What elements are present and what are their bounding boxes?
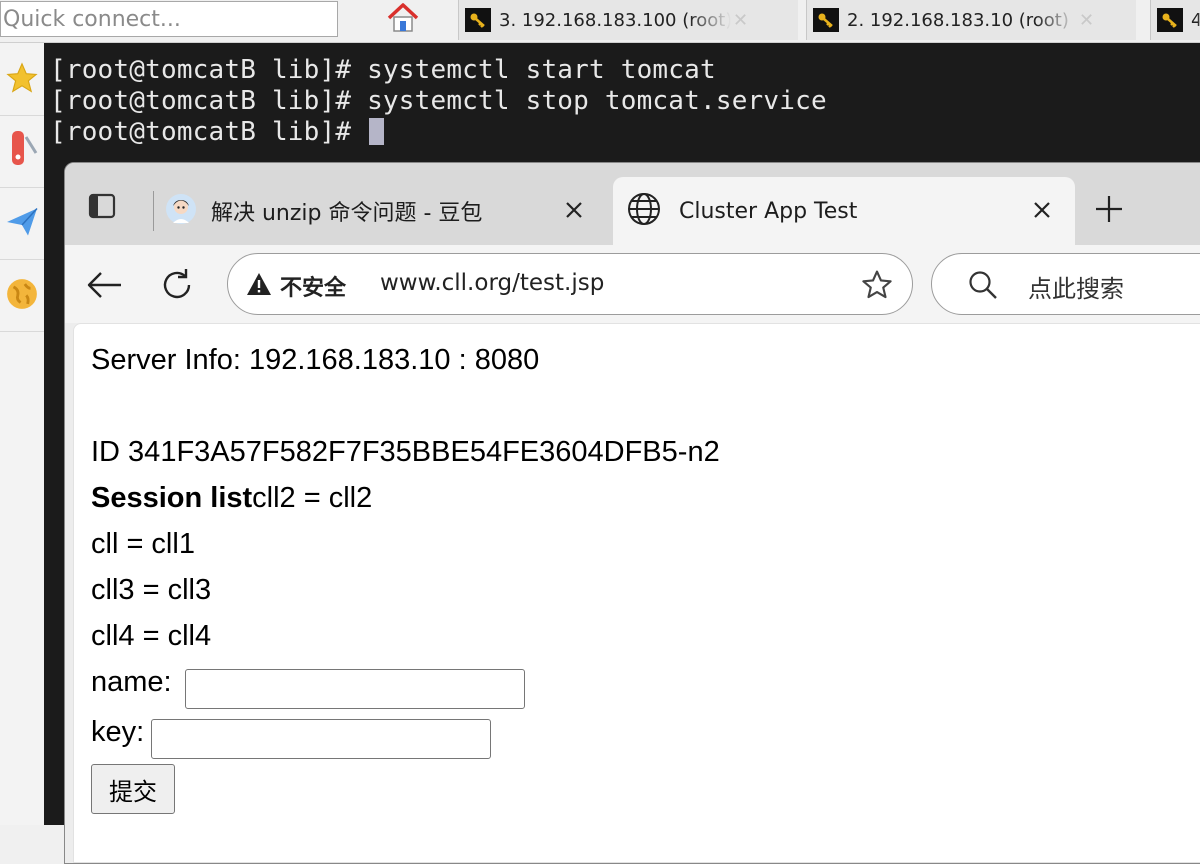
tab-title: Cluster App Test [679, 198, 858, 224]
plus-icon [1096, 196, 1122, 222]
tab-cluster-app-test[interactable]: Cluster App Test [613, 177, 1075, 245]
paper-plane-icon [4, 204, 40, 244]
search-label: 点此搜索 [1028, 275, 1124, 303]
terminal-line: [root@tomcatB lib]# systemctl stop tomca… [50, 86, 827, 116]
tab-title: 解决 unzip 命令问题 - 豆包 [211, 201, 483, 226]
ssh-tab-4[interactable]: 4 [1150, 0, 1200, 40]
tab-actions-icon [88, 192, 116, 224]
favorites-button[interactable] [0, 45, 44, 116]
terminal-cursor [369, 118, 385, 145]
tab-actions-button[interactable] [87, 193, 117, 223]
browser-toolbar: 不安全 www.cll.org/test.jsp 点此搜索 [65, 245, 1200, 323]
close-icon [566, 202, 582, 218]
session-item: cll = cll1 [91, 528, 195, 560]
send-button[interactable] [0, 189, 44, 260]
doubao-avatar-icon [165, 193, 197, 229]
ssh-tab-192-168-183-10[interactable]: 2. 192.168.183.10 (root) ✕ [806, 0, 1136, 40]
close-tab-icon[interactable]: ✕ [1079, 10, 1094, 31]
name-input[interactable] [185, 669, 525, 709]
address-bar[interactable]: 不安全 www.cll.org/test.jsp [227, 253, 913, 315]
back-button[interactable] [85, 265, 125, 305]
key-icon [813, 8, 839, 32]
reload-button[interactable] [157, 265, 197, 305]
terminal-prompt-line: [root@tomcatB lib]# [50, 117, 385, 147]
ssh-tab-label: 2. 192.168.183.10 (root) [847, 9, 1069, 31]
terminal-prompt: [root@tomcatB lib]# [50, 117, 368, 147]
quick-connect-input[interactable] [0, 1, 338, 37]
key-icon [1157, 8, 1183, 32]
close-tab-button[interactable] [1027, 195, 1057, 225]
submit-button[interactable]: 提交 [91, 764, 175, 814]
ssh-tab-label: 3. 192.168.183.100 (root) [499, 9, 731, 31]
new-tab-button[interactable] [1091, 191, 1127, 227]
key-label: key: [91, 716, 145, 748]
session-item: cll4 = cll4 [91, 620, 212, 652]
search-icon [968, 270, 998, 304]
browser-window: 解决 unzip 命令问题 - 豆包 Cluster App Test 不安全 … [64, 162, 1200, 864]
earth-icon [5, 277, 39, 315]
session-id: ID 341F3A57F582F7F35BBE54FE3604DFB5-n2 [91, 436, 720, 468]
close-tab-button[interactable] [559, 195, 589, 225]
close-icon [1034, 202, 1050, 218]
browser-tab-strip: 解决 unzip 命令问题 - 豆包 Cluster App Test [65, 163, 1200, 245]
terminal-line: [root@tomcatB lib]# systemctl start tomc… [50, 55, 716, 85]
session-item: cll3 = cll3 [91, 574, 212, 606]
favorite-star-icon[interactable] [860, 268, 894, 306]
home-tab[interactable] [372, 0, 434, 40]
web-page-content: Server Info: 192.168.183.10 : 8080 ID 34… [73, 323, 1200, 863]
back-arrow-icon [87, 272, 121, 298]
not-secure-label[interactable]: 不安全 [280, 270, 346, 302]
ssh-client-tabbar: 3. 192.168.183.100 (root) ✕ 2. 192.168.1… [0, 0, 1200, 43]
search-box[interactable]: 点此搜索 [931, 253, 1200, 315]
globe-icon [627, 192, 661, 230]
close-tab-icon[interactable]: ✕ [733, 10, 748, 31]
star-icon [5, 61, 39, 99]
server-info: Server Info: 192.168.183.10 : 8080 [91, 344, 540, 376]
session-item: cll2 = cll2 [252, 482, 373, 514]
session-list-heading: Session list [91, 482, 253, 514]
launcher-sidebar [0, 43, 44, 825]
home-icon [386, 2, 420, 38]
session-list-line: Session listcll2 = cll2 [91, 482, 372, 515]
warning-icon[interactable] [246, 272, 272, 300]
ssh-tab-label: 4 [1191, 10, 1200, 31]
tab-doubao[interactable]: 解决 unzip 命令问题 - 豆包 [161, 177, 607, 245]
globe-button[interactable] [0, 261, 44, 332]
reload-icon [163, 269, 191, 299]
key-icon [465, 8, 491, 32]
key-input[interactable] [151, 719, 491, 759]
pen-tool-icon [6, 127, 38, 177]
tab-separator [153, 191, 154, 231]
name-label: name: [91, 666, 172, 698]
url-text[interactable]: www.cll.org/test.jsp [380, 270, 604, 296]
tools-button[interactable] [0, 117, 44, 188]
ssh-tab-192-168-183-100[interactable]: 3. 192.168.183.100 (root) ✕ [458, 0, 798, 40]
